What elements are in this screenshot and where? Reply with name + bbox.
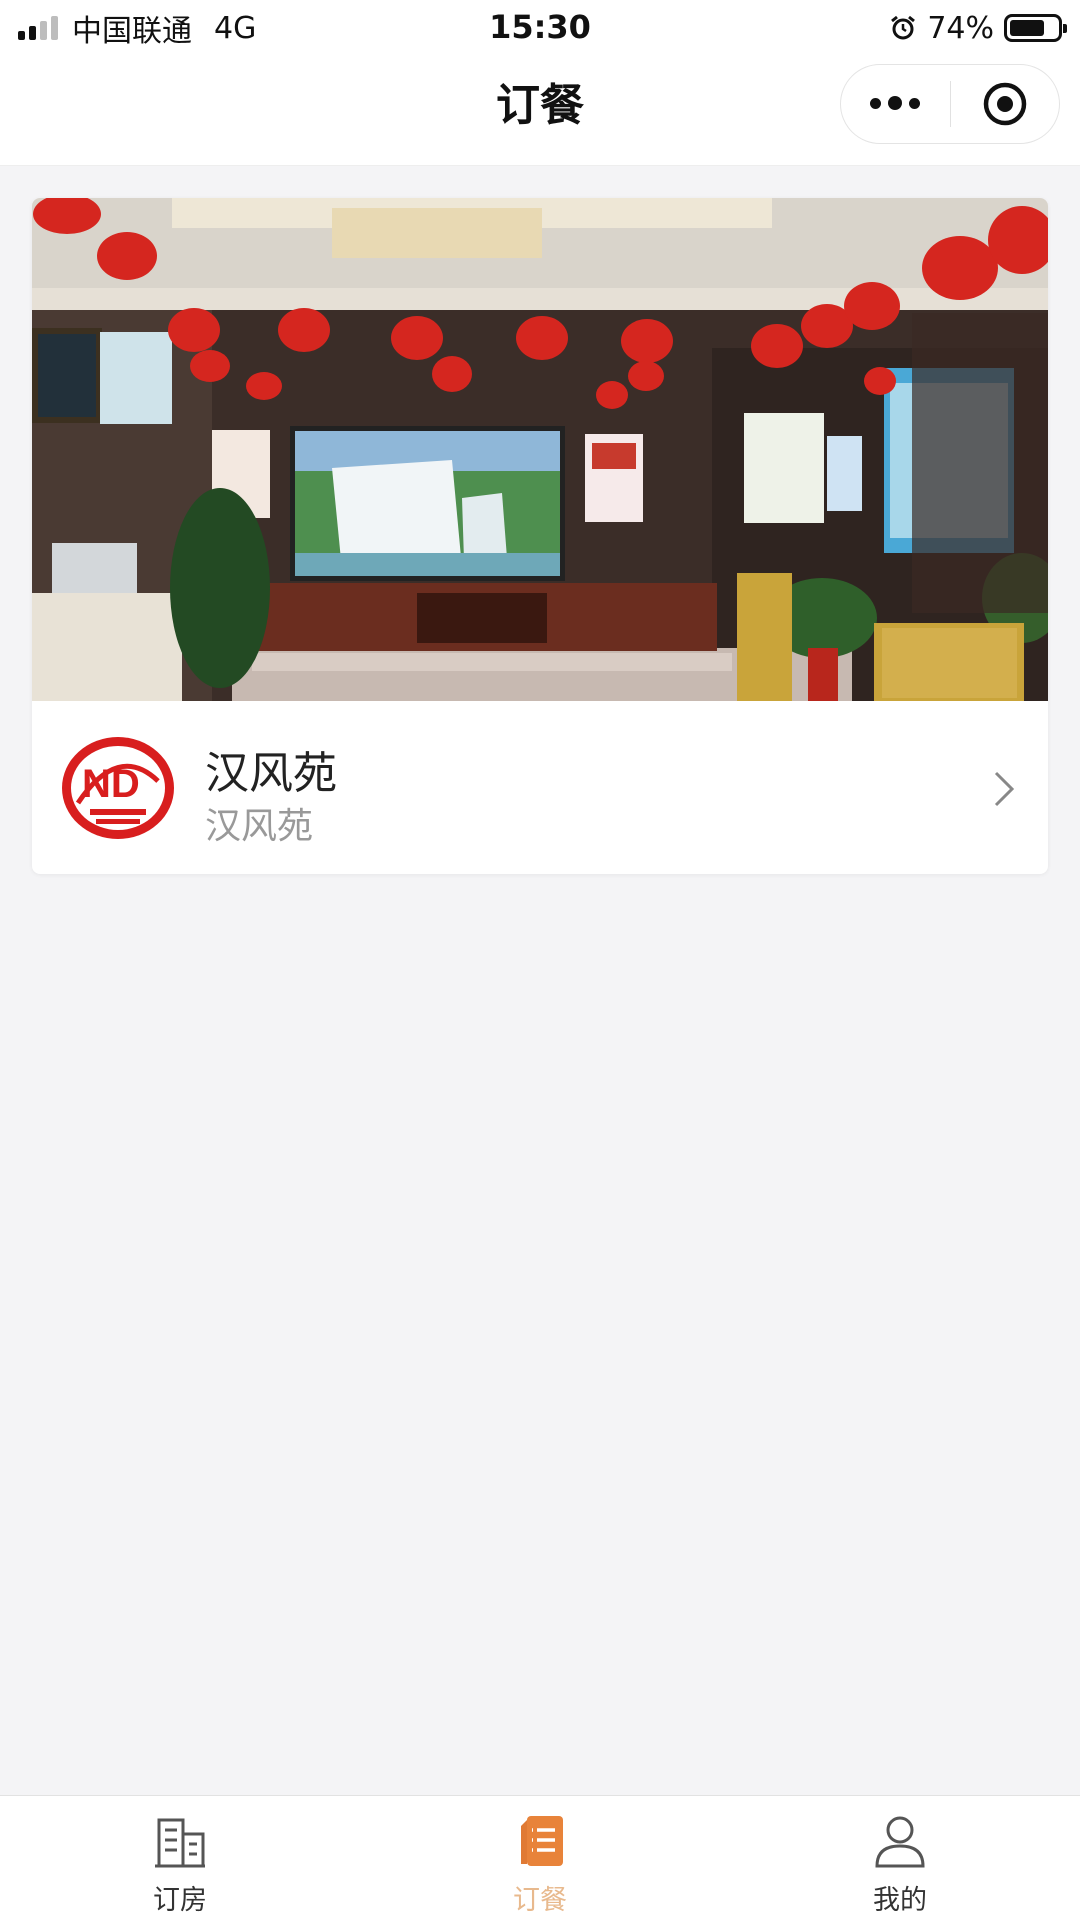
tab-order-food[interactable]: 订餐 xyxy=(360,1796,720,1920)
alarm-icon xyxy=(891,15,916,40)
restaurant-card[interactable]: ND 汉风苑 汉风苑 xyxy=(32,198,1048,874)
restaurant-photo xyxy=(32,198,1048,701)
battery-icon xyxy=(1004,14,1067,42)
menu-document-icon xyxy=(521,1816,563,1866)
nav-bar: 订餐 xyxy=(0,56,1080,166)
chevron-right-icon xyxy=(994,771,1015,807)
person-icon xyxy=(875,1816,925,1868)
tab-book-room[interactable]: 订房 xyxy=(0,1796,360,1920)
target-close-icon xyxy=(983,82,1026,126)
restaurant-name: 汉风苑 xyxy=(205,748,337,799)
restaurant-subtitle: 汉风苑 xyxy=(205,806,314,847)
nd-logo: ND xyxy=(62,737,174,839)
tab-label: 我的 xyxy=(873,1885,927,1916)
restaurant-info: ND 汉风苑 汉风苑 xyxy=(32,701,1048,874)
tab-bar: 订房 订餐 我的 xyxy=(0,1795,1080,1920)
tab-label: 订餐 xyxy=(513,1885,567,1916)
mini-program-capsule xyxy=(840,64,1060,144)
status-bar: 中国联通 4G 15:30 74% xyxy=(0,0,1080,56)
more-dots-icon xyxy=(870,96,921,111)
tab-mine[interactable]: 我的 xyxy=(720,1796,1080,1920)
battery-percent: 74% xyxy=(927,10,994,46)
svg-text:ND: ND xyxy=(82,762,140,806)
building-icon xyxy=(155,1818,205,1868)
more-button[interactable] xyxy=(841,65,950,143)
tab-label: 订房 xyxy=(153,1885,207,1916)
close-button[interactable] xyxy=(951,65,1060,143)
